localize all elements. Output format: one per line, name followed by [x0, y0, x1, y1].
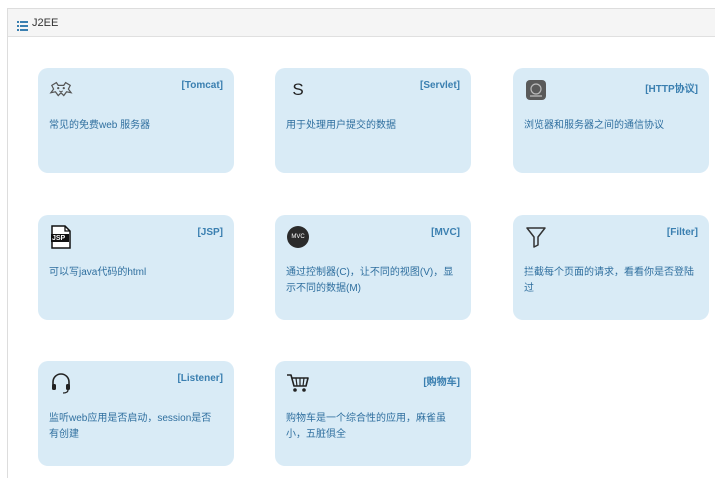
- tomcat-icon: [49, 78, 73, 102]
- card-title: [HTTP协议]: [645, 84, 698, 95]
- panel-header: J2EE: [8, 9, 715, 37]
- card-mvc[interactable]: MVC [MVC] 通过控制器(C)，让不同的视图(V)，显示不同的数据(M): [275, 215, 471, 320]
- card-filter[interactable]: [Filter] 拦截每个页面的请求，看看你是否登陆过: [513, 215, 709, 320]
- card-desc: 浏览器和服务器之间的通信协议: [524, 120, 664, 131]
- card-desc: 用于处理用户提交的数据: [286, 120, 396, 131]
- card-desc: 拦截每个页面的请求，看看你是否登陆过: [524, 267, 694, 294]
- card-title: [Tomcat]: [181, 80, 223, 91]
- card-title: [Filter]: [666, 227, 698, 238]
- jsp-icon-label: JSP: [52, 235, 66, 242]
- card-jsp[interactable]: JSP [JSP] 可以写java代码的html: [38, 215, 234, 320]
- card-desc: 监听web应用是否启动，session是否有创建: [49, 413, 212, 440]
- card-tomcat[interactable]: [Tomcat] 常见的免费web 服务器: [38, 68, 234, 173]
- card-title: [购物车]: [423, 377, 460, 388]
- servlet-icon: S: [292, 80, 304, 99]
- list-icon: [17, 18, 28, 31]
- card-desc: 可以写java代码的html: [49, 267, 147, 278]
- card-title: [JSP]: [197, 227, 223, 238]
- headset-icon: [49, 371, 73, 395]
- card-title: [Servlet]: [419, 80, 460, 91]
- card-desc: 购物车是一个综合性的应用，麻雀虽小，五脏俱全: [286, 413, 446, 440]
- card-listener[interactable]: [Listener] 监听web应用是否启动，session是否有创建: [38, 361, 234, 466]
- card-title: [MVC]: [431, 227, 460, 238]
- card-title: [Listener]: [177, 373, 223, 384]
- http-icon: [524, 78, 548, 102]
- card-servlet[interactable]: S [Servlet] 用于处理用户提交的数据: [275, 68, 471, 173]
- card-http[interactable]: [HTTP协议] 浏览器和服务器之间的通信协议: [513, 68, 709, 173]
- filter-icon: [524, 225, 548, 249]
- mvc-icon: MVC: [286, 225, 310, 249]
- panel-title: J2EE: [32, 16, 59, 29]
- card-shopping-cart[interactable]: [购物车] 购物车是一个综合性的应用，麻雀虽小，五脏俱全: [275, 361, 471, 466]
- card-desc: 通过控制器(C)，让不同的视图(V)，显示不同的数据(M): [286, 267, 454, 294]
- shopping-cart-icon: [286, 371, 310, 395]
- card-desc: 常见的免费web 服务器: [49, 120, 151, 131]
